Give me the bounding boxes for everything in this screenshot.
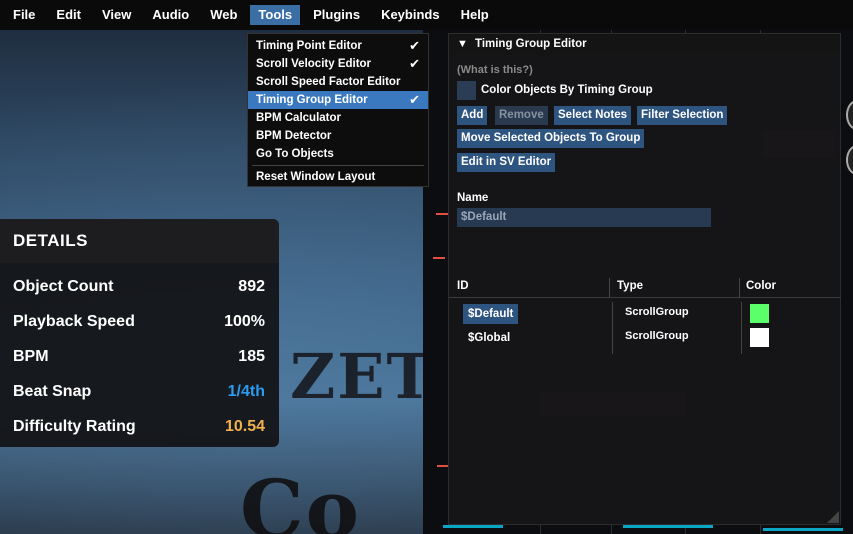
column-divider	[741, 302, 742, 354]
detail-row-difficulty-rating: Difficulty Rating 10.54	[0, 409, 279, 444]
column-header-color: Color	[746, 280, 777, 292]
menu-item-go-to-objects[interactable]: Go To Objects	[248, 145, 428, 163]
group-row-global[interactable]: $Global	[463, 328, 515, 348]
group-color-swatch[interactable]	[750, 328, 769, 347]
menu-item-label: Go To Objects	[256, 148, 334, 160]
menu-item-label: Reset Window Layout	[256, 171, 376, 183]
menu-item-timing-point-editor[interactable]: Timing Point Editor ✔	[248, 37, 428, 55]
menu-item-label: Scroll Velocity Editor	[256, 58, 372, 70]
detail-value: 892	[238, 278, 265, 295]
details-title: DETAILS	[0, 219, 279, 263]
detail-value: 10.54	[224, 418, 265, 435]
menu-item-scroll-speed-factor-editor[interactable]: Scroll Speed Factor Editor	[248, 73, 428, 91]
remove-button[interactable]: Remove	[495, 106, 548, 125]
timing-group-editor-window: ▼ Timing Group Editor (What is this?) Co…	[448, 33, 841, 525]
menu-view[interactable]: View	[94, 5, 139, 25]
menu-audio[interactable]: Audio	[144, 5, 197, 25]
menu-item-label: BPM Calculator	[256, 112, 341, 124]
column-divider	[612, 302, 613, 354]
menu-help[interactable]: Help	[453, 5, 497, 25]
detail-label: Playback Speed	[13, 313, 135, 330]
resize-grip-icon[interactable]	[827, 511, 839, 523]
group-row-default[interactable]: $Default	[463, 304, 519, 324]
detail-label: Object Count	[13, 278, 114, 295]
help-link[interactable]: (What is this?)	[457, 64, 533, 76]
menu-separator	[252, 165, 424, 166]
group-color-swatch[interactable]	[750, 304, 769, 323]
name-label: Name	[457, 192, 489, 204]
menu-item-bpm-calculator[interactable]: BPM Calculator	[248, 109, 428, 127]
menu-file[interactable]: File	[5, 5, 43, 25]
menu-item-bpm-detector[interactable]: BPM Detector	[248, 127, 428, 145]
timeline-marker	[623, 525, 713, 528]
detail-value: 185	[238, 348, 265, 365]
detail-row-bpm: BPM 185	[0, 339, 279, 374]
timing-tick	[436, 213, 448, 215]
menu-plugins[interactable]: Plugins	[305, 5, 368, 25]
edit-in-sv-editor-button[interactable]: Edit in SV Editor	[457, 153, 556, 172]
detail-value: 1/4th	[227, 383, 265, 400]
group-table-header: ID Type Color	[449, 278, 841, 298]
column-header-id: ID	[457, 280, 469, 292]
column-divider	[609, 278, 610, 298]
select-notes-button[interactable]: Select Notes	[554, 106, 632, 125]
timing-tick	[433, 257, 445, 259]
menu-tools[interactable]: Tools	[250, 5, 301, 25]
detail-label: Difficulty Rating	[13, 418, 136, 435]
detail-label: BPM	[13, 348, 49, 365]
move-selected-objects-button[interactable]: Move Selected Objects To Group	[457, 129, 645, 148]
group-row-type: ScrollGroup	[625, 306, 689, 318]
detail-label: Beat Snap	[13, 383, 92, 400]
menu-web[interactable]: Web	[202, 5, 245, 25]
menu-bar: File Edit View Audio Web Tools Plugins K…	[0, 0, 853, 30]
filter-selection-button[interactable]: Filter Selection	[637, 106, 728, 125]
name-input[interactable]: $Default	[457, 208, 711, 227]
menu-edit[interactable]: Edit	[48, 5, 89, 25]
menu-item-label: Timing Point Editor	[256, 40, 362, 52]
detail-row-object-count: Object Count 892	[0, 269, 279, 304]
column-header-type: Type	[617, 280, 643, 292]
timeline-marker	[763, 528, 843, 531]
timeline-marker	[443, 525, 503, 528]
tools-dropdown-menu: Timing Point Editor ✔ Scroll Velocity Ed…	[247, 33, 429, 187]
window-title-bar[interactable]: ▼ Timing Group Editor	[449, 34, 840, 54]
detail-value: 100%	[224, 313, 265, 330]
details-panel: DETAILS Object Count 892 Playback Speed …	[0, 219, 279, 447]
menu-item-scroll-velocity-editor[interactable]: Scroll Velocity Editor ✔	[248, 55, 428, 73]
menu-item-reset-window-layout[interactable]: Reset Window Layout	[248, 168, 428, 186]
color-objects-checkbox[interactable]	[457, 81, 476, 100]
menu-item-timing-group-editor[interactable]: Timing Group Editor ✔	[248, 91, 428, 109]
collapse-triangle-icon[interactable]: ▼	[457, 34, 468, 54]
checkmark-icon: ✔	[409, 56, 420, 71]
window-title: Timing Group Editor	[475, 38, 587, 50]
add-button[interactable]: Add	[457, 106, 488, 125]
menu-item-label: Timing Group Editor	[256, 94, 368, 106]
menu-keybinds[interactable]: Keybinds	[373, 5, 448, 25]
detail-row-beat-snap: Beat Snap 1/4th	[0, 374, 279, 409]
menu-item-label: Scroll Speed Factor Editor	[256, 76, 401, 88]
background-logo-text: Co	[240, 462, 362, 534]
menu-item-label: BPM Detector	[256, 130, 332, 142]
group-row-type: ScrollGroup	[625, 330, 689, 342]
column-divider	[739, 278, 740, 298]
color-objects-label: Color Objects By Timing Group	[481, 84, 653, 96]
detail-row-playback-speed: Playback Speed 100%	[0, 304, 279, 339]
checkmark-icon: ✔	[409, 38, 420, 53]
checkmark-icon: ✔	[409, 92, 420, 107]
